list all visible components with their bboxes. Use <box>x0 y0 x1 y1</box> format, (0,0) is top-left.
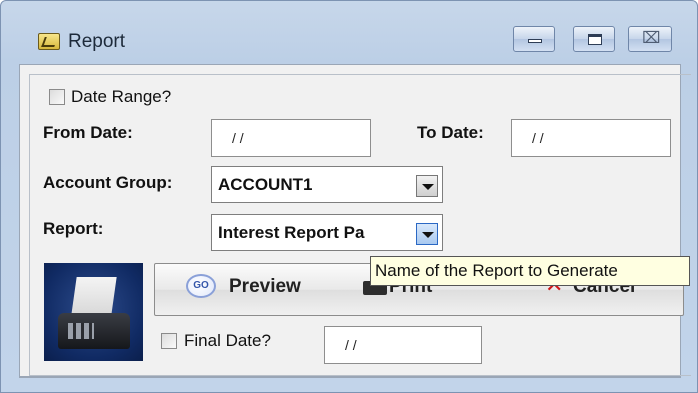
close-icon: ⌧ <box>642 28 661 47</box>
to-date-label: To Date: <box>417 123 484 142</box>
report-value: Interest Report Pa <box>218 223 365 242</box>
maximize-button[interactable] <box>573 26 615 52</box>
final-date-checkbox[interactable] <box>161 333 177 349</box>
fax-paper <box>71 277 117 315</box>
from-date-label: From Date: <box>43 123 133 142</box>
final-date-field[interactable]: / / <box>324 326 482 364</box>
report-select[interactable]: Interest Report Pa <box>211 214 443 251</box>
to-date-field[interactable]: / / <box>511 119 671 157</box>
report-tooltip: Name of the Report to Generate <box>370 256 690 286</box>
date-range-label: Date Range? <box>71 87 172 106</box>
account-group-select[interactable]: ACCOUNT1 <box>211 166 443 203</box>
window-title: Report <box>68 31 126 52</box>
preview-label: Preview <box>229 276 301 297</box>
from-date-field[interactable]: / / <box>211 119 371 157</box>
report-icon <box>38 33 60 50</box>
maximize-icon <box>588 34 602 45</box>
chevron-down-icon[interactable] <box>416 175 438 197</box>
go-icon: GO <box>186 274 216 298</box>
minimize-button[interactable] <box>513 26 555 52</box>
fax-machine-image <box>44 263 143 361</box>
account-group-label: Account Group: <box>43 173 173 192</box>
preview-button[interactable]: GO Preview <box>181 269 331 309</box>
account-group-value: ACCOUNT1 <box>218 175 313 194</box>
report-label: Report: <box>43 219 104 238</box>
minimize-icon <box>528 39 542 43</box>
close-button[interactable]: ⌧ <box>628 26 672 52</box>
fax-keypad <box>68 323 94 339</box>
chevron-down-icon[interactable] <box>416 223 438 245</box>
final-date-label: Final Date? <box>184 331 271 350</box>
title-bar[interactable]: Report ⌧ <box>1 1 697 63</box>
report-window: Report ⌧ Date Range? From Date: / / To D… <box>0 0 698 393</box>
date-range-checkbox[interactable] <box>49 89 65 105</box>
divider <box>19 377 681 378</box>
